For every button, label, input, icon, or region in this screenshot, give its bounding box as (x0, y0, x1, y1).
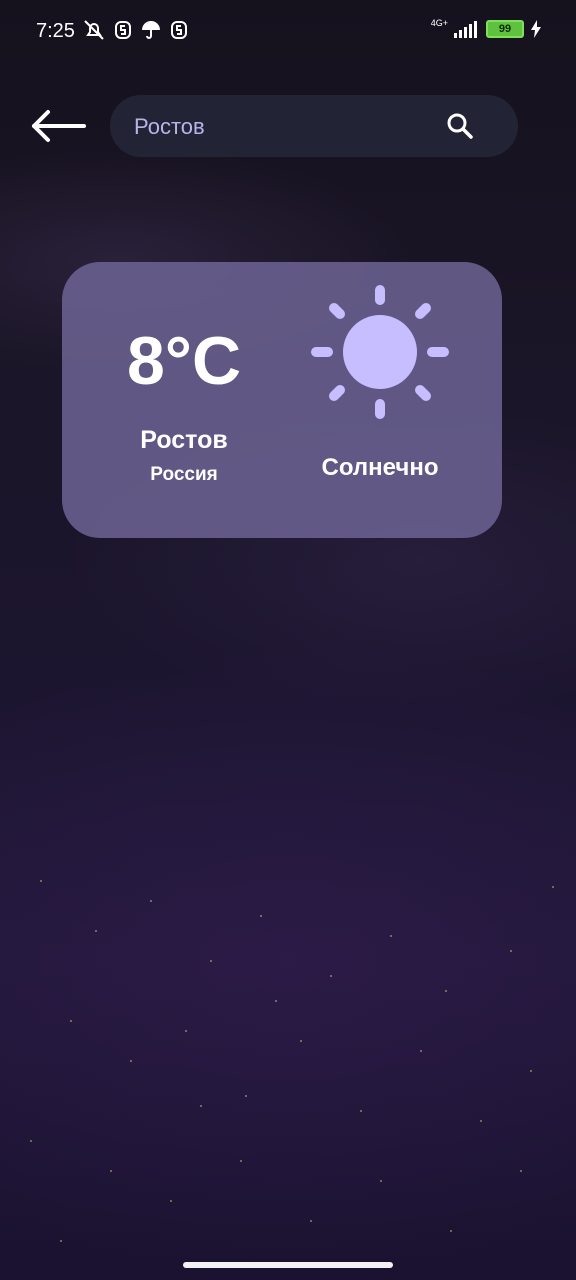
status-icons-left (82, 18, 188, 42)
sun-icon (311, 285, 449, 419)
status-icons-right: 4G+ 99 (430, 18, 542, 38)
battery-level: 99 (498, 23, 512, 35)
bell-off-icon (84, 20, 104, 40)
weather-card: 8°C Ростов Россия Солнечно (62, 262, 502, 538)
s-notification-icon (171, 21, 187, 39)
charging-icon (531, 20, 541, 38)
network-type: 4G+ (430, 18, 448, 28)
status-bar: 7:25 4G+ 99 (0, 0, 576, 64)
back-button[interactable] (28, 106, 88, 146)
status-time: 7:25 (36, 20, 75, 42)
weather-condition: Солнечно (321, 454, 439, 481)
battery-icon: 99 (486, 20, 524, 38)
signal-icon (454, 21, 477, 38)
s-notification-icon (115, 21, 131, 39)
home-indicator[interactable] (183, 1262, 393, 1268)
temperature: 8°C (126, 323, 242, 399)
arrow-left-icon (32, 110, 86, 142)
search-icon[interactable] (446, 112, 474, 140)
search-field[interactable]: Ростов (110, 95, 518, 157)
search-input[interactable]: Ростов (134, 114, 205, 140)
city-name: Ростов (140, 426, 228, 454)
country-name: Россия (150, 464, 218, 485)
city-lights (0, 700, 576, 1280)
background-image (0, 0, 576, 1280)
umbrella-icon (142, 21, 160, 39)
